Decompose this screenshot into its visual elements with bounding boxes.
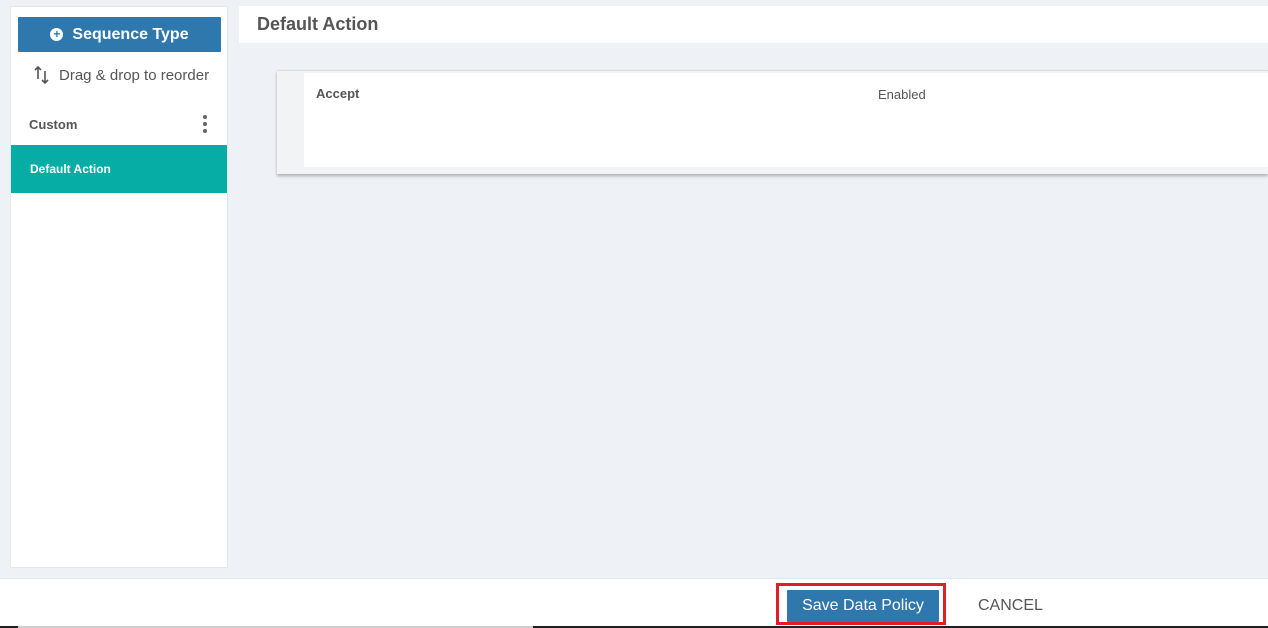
sidebar-item-label: Default Action — [30, 162, 111, 176]
kebab-menu-icon[interactable] — [203, 115, 207, 133]
drag-drop-hint: Drag & drop to reorder — [33, 63, 209, 87]
sequence-type-label: Sequence Type — [72, 25, 189, 43]
page-title-bar: Default Action — [239, 6, 1268, 43]
sidebar-group-custom: Custom — [11, 109, 227, 139]
sidebar-group-label: Custom — [29, 116, 78, 132]
page-title: Default Action — [257, 14, 379, 34]
save-button-label: Save Data Policy — [802, 597, 924, 614]
cancel-button-label: CANCEL — [978, 597, 1043, 614]
action-label: Accept — [316, 86, 360, 101]
card-content: Accept Enabled — [304, 73, 1268, 167]
cancel-button[interactable]: CANCEL — [962, 590, 1059, 622]
default-action-card: Accept Enabled — [277, 70, 1268, 174]
plus-circle-icon: + — [50, 28, 64, 41]
save-data-policy-button[interactable]: Save Data Policy — [787, 590, 939, 622]
drag-drop-text: Drag & drop to reorder — [59, 66, 210, 84]
sidebar-item-default-action[interactable]: Default Action — [11, 145, 227, 193]
footer-bar: Save Data Policy CANCEL — [0, 578, 1268, 628]
sidebar: + Sequence Type Drag & drop to reorder C… — [10, 6, 228, 568]
sort-arrows-icon — [34, 65, 49, 85]
action-status: Enabled — [878, 87, 926, 102]
sequence-type-button[interactable]: + Sequence Type — [18, 17, 221, 52]
